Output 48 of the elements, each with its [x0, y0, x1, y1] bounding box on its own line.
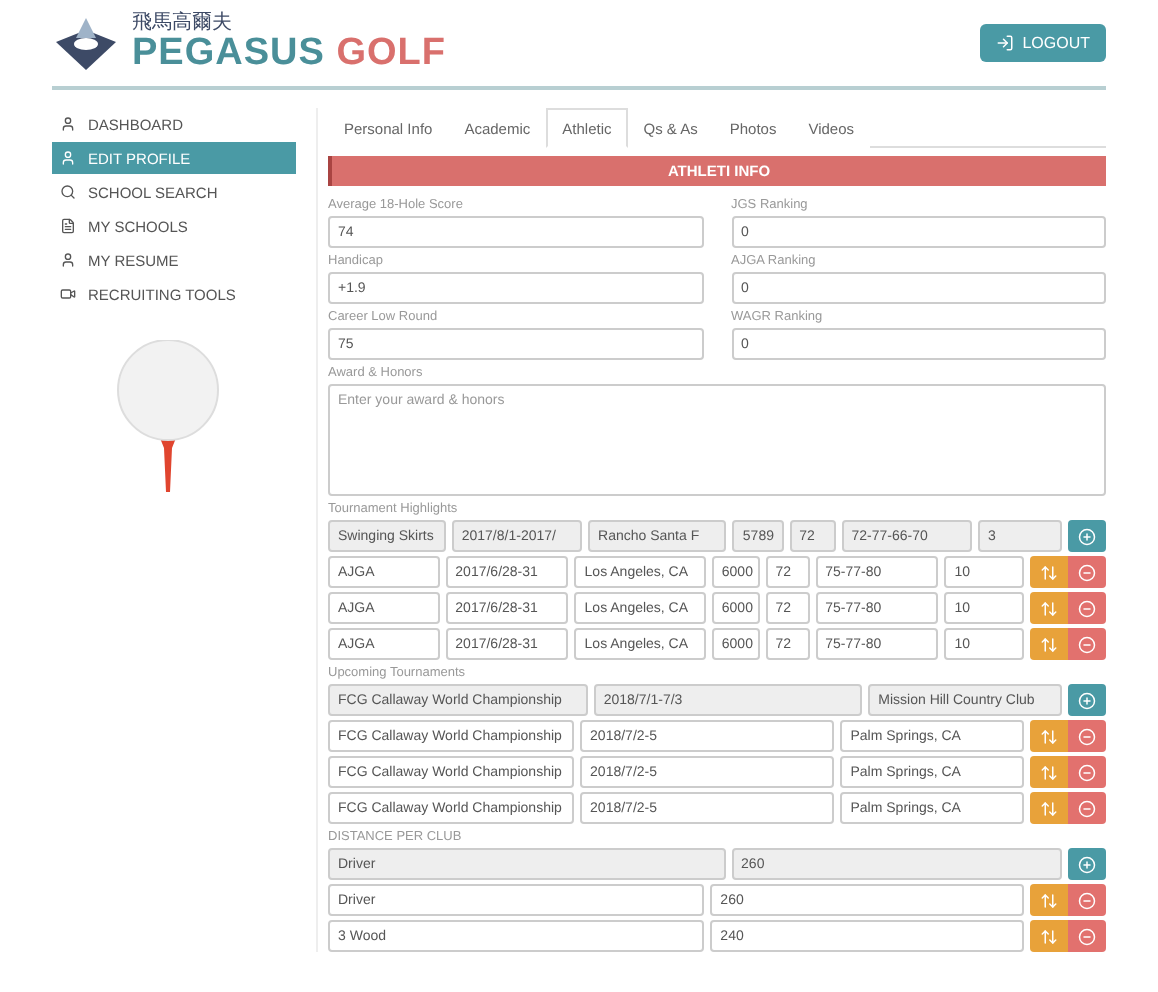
- minus-icon: [1078, 927, 1096, 945]
- remove-button[interactable]: [1068, 920, 1106, 952]
- remove-button[interactable]: [1068, 720, 1106, 752]
- add-button[interactable]: [1068, 848, 1106, 880]
- sort-arrows-icon: [1040, 635, 1058, 653]
- sort-arrows-icon: [1040, 763, 1058, 781]
- add-button[interactable]: [1068, 684, 1106, 716]
- plus-icon: [1078, 527, 1096, 545]
- plus-icon: [1078, 855, 1096, 873]
- add-button[interactable]: [1068, 520, 1106, 552]
- minus-icon: [1078, 599, 1096, 617]
- reorder-button[interactable]: [1030, 920, 1068, 952]
- reorder-button[interactable]: [1030, 884, 1068, 916]
- sort-arrows-icon: [1040, 891, 1058, 909]
- reorder-button[interactable]: [1030, 756, 1068, 788]
- remove-button[interactable]: [1068, 592, 1106, 624]
- reorder-button[interactable]: [1030, 592, 1068, 624]
- remove-button[interactable]: [1068, 556, 1106, 588]
- reorder-button[interactable]: [1030, 628, 1068, 660]
- remove-button[interactable]: [1068, 884, 1106, 916]
- reorder-button[interactable]: [1030, 556, 1068, 588]
- logo-icon: [52, 13, 120, 73]
- sort-arrows-icon: [1040, 599, 1058, 617]
- minus-icon: [1078, 799, 1096, 817]
- remove-button[interactable]: [1068, 756, 1106, 788]
- sort-arrows-icon: [1040, 799, 1058, 817]
- user-icon: [60, 150, 76, 166]
- reorder-button[interactable]: [1030, 792, 1068, 824]
- minus-icon: [1078, 635, 1096, 653]
- sort-arrows-icon: [1040, 727, 1058, 745]
- user-icon: [60, 252, 76, 268]
- logout-icon: [996, 34, 1015, 52]
- remove-button[interactable]: [1068, 792, 1106, 824]
- document-icon: [60, 218, 76, 234]
- video-camera-icon: [60, 286, 76, 302]
- minus-icon: [1078, 727, 1096, 745]
- minus-icon: [1078, 891, 1096, 909]
- sort-arrows-icon: [1040, 563, 1058, 581]
- user-icon: [60, 116, 76, 132]
- remove-button[interactable]: [1068, 628, 1106, 660]
- brand-name: PEGASUS GOLF: [132, 34, 446, 72]
- search-icon: [60, 184, 76, 200]
- reorder-button[interactable]: [1030, 720, 1068, 752]
- plus-icon: [1078, 691, 1096, 709]
- minus-icon: [1078, 563, 1096, 581]
- logo-tagline: 飛馬高爾夫: [132, 14, 234, 34]
- minus-icon: [1078, 763, 1096, 781]
- sort-arrows-icon: [1040, 927, 1058, 945]
